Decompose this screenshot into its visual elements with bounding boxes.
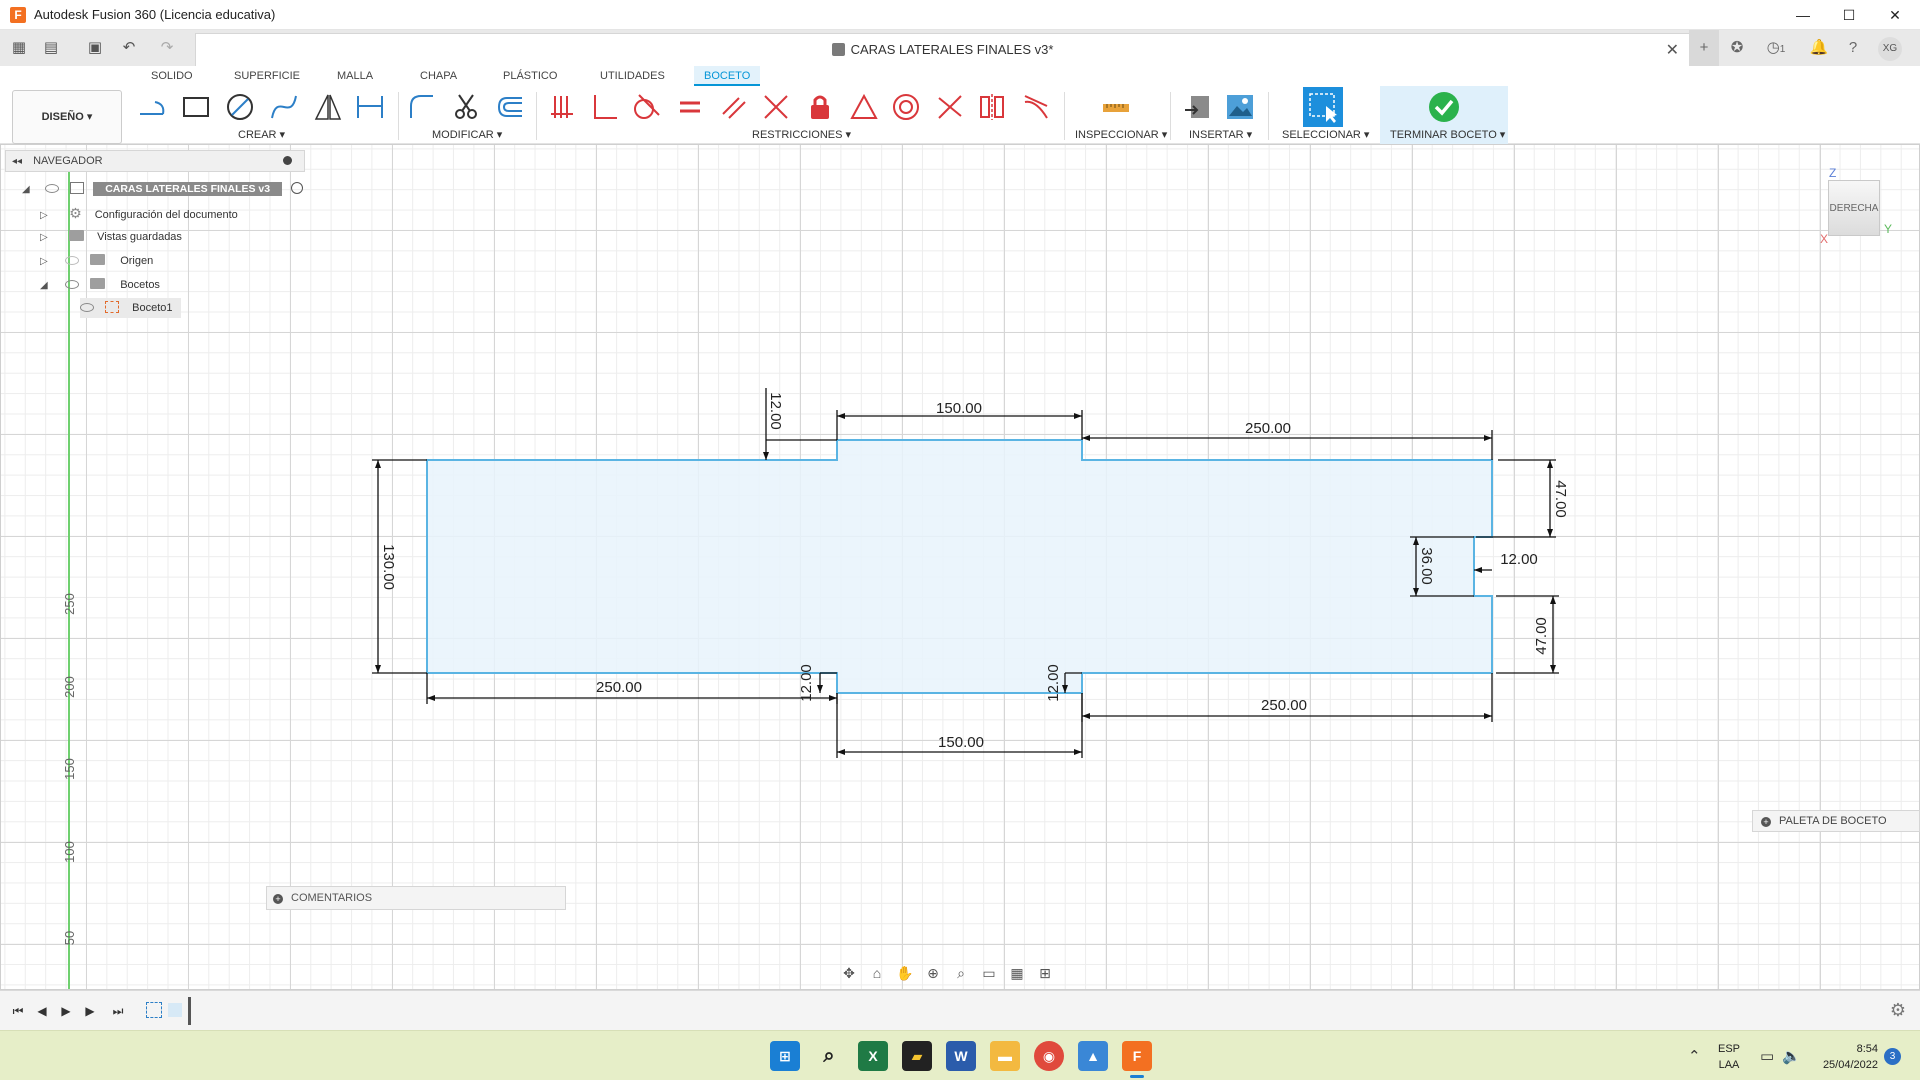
navigator-item-origin[interactable]: ▷ Origen: [40, 251, 153, 271]
search-icon[interactable]: ⌕: [814, 1041, 844, 1071]
dim-bottom-center[interactable]: 150.00: [938, 734, 984, 751]
windows-taskbar: ⊞ ⌕ X ▰ W ▬ ◉ ▲ F ⌃ ESP LAA ▭ 🔈 8:54 25/04…: [0, 1030, 1920, 1080]
fit-zoom-icon[interactable]: ⌕: [950, 962, 972, 984]
dim-notch-height[interactable]: 36.00: [1418, 547, 1435, 585]
dim-bottom-left[interactable]: 250.00: [596, 679, 642, 696]
dim-bottom-right-step[interactable]: 12.00: [1045, 664, 1062, 702]
dim-right-bottom[interactable]: 47.00: [1533, 617, 1550, 655]
navigator-item-document-settings[interactable]: ▷ ⚙ Configuración del documento: [40, 203, 238, 223]
chrome-icon[interactable]: ◉: [1034, 1041, 1064, 1071]
timeline-feature-icon[interactable]: [168, 1003, 182, 1017]
dim-top-right[interactable]: 250.00: [1245, 420, 1291, 437]
comments-panel[interactable]: + COMENTARIOS: [266, 886, 566, 910]
navigator-item-saved-views[interactable]: ▷ Vistas guardadas: [40, 227, 182, 247]
dim-right-top[interactable]: 47.00: [1552, 480, 1569, 518]
navigator-item-sketches[interactable]: ◢ Bocetos: [40, 275, 160, 295]
collapse-navigator-icon[interactable]: ◂◂: [12, 156, 22, 167]
sticky-notes-icon[interactable]: ▰: [902, 1041, 932, 1071]
network-icon[interactable]: ▭: [1760, 1047, 1774, 1065]
expand-icon: +: [273, 894, 283, 904]
grid-snaps-icon[interactable]: ▦: [1006, 962, 1028, 984]
visibility-eye-icon[interactable]: [80, 303, 94, 312]
viewcube-y-axis: Y: [1884, 222, 1893, 236]
language-indicator[interactable]: ESP LAA: [1712, 1043, 1746, 1071]
viewcube-z-axis: Z: [1829, 166, 1837, 180]
root-component-label: CARAS LATERALES FINALES v3: [93, 182, 283, 196]
navigator-options-icon[interactable]: [283, 156, 292, 165]
fusion-taskbar-icon[interactable]: F: [1122, 1041, 1152, 1071]
sketch-palette-toggle[interactable]: + PALETA DE BOCETO: [1752, 810, 1920, 832]
ruler-label: 100: [62, 841, 77, 863]
dim-bottom-left-step[interactable]: 12.00: [798, 664, 815, 702]
expanded-triangle-icon[interactable]: ◢: [22, 180, 34, 200]
volume-icon[interactable]: 🔈: [1782, 1047, 1801, 1065]
timeline-marker[interactable]: [188, 997, 191, 1025]
ruler-label: 50: [62, 931, 77, 945]
timeline: ⏮ ◀ ▶ ▶ ⏭ ⚙: [0, 990, 1920, 1030]
excel-icon[interactable]: X: [858, 1041, 888, 1071]
collapsed-triangle-icon[interactable]: ▷: [40, 252, 52, 272]
collapsed-triangle-icon[interactable]: ▷: [40, 228, 52, 248]
dim-top-center[interactable]: 150.00: [936, 400, 982, 417]
active-app-indicator: [1130, 1075, 1144, 1078]
navigator-root[interactable]: ◢ CARAS LATERALES FINALES v3: [22, 179, 304, 200]
ruler-label: 150: [62, 758, 77, 780]
viewcube-x-axis: X: [1820, 232, 1829, 246]
step-back-icon[interactable]: ◀: [32, 1002, 52, 1020]
notification-count-badge[interactable]: 3: [1884, 1048, 1901, 1065]
navigator-item-sketch1[interactable]: Boceto1: [80, 298, 181, 318]
ruler-label: 200: [62, 676, 77, 698]
visibility-eye-icon[interactable]: [65, 280, 80, 289]
navigation-toolbar: ✥ ⌂ ✋ ⊕ ⌕ ▭ ▦ ⊞: [838, 960, 1056, 986]
display-settings-icon[interactable]: ▭: [978, 962, 1000, 984]
hidden-eye-icon[interactable]: [65, 256, 80, 265]
zoom-icon[interactable]: ⊕: [922, 962, 944, 984]
dim-left-height[interactable]: 130.00: [380, 544, 397, 590]
step-forward-icon[interactable]: ▶: [80, 1002, 100, 1020]
expanded-triangle-icon[interactable]: ◢: [40, 276, 52, 296]
visibility-eye-icon[interactable]: [45, 184, 60, 193]
orbit-icon[interactable]: ✥: [838, 962, 860, 984]
ruler-label: 250: [62, 593, 77, 615]
look-at-icon[interactable]: ⌂: [866, 962, 888, 984]
collapsed-triangle-icon[interactable]: ▷: [40, 206, 52, 226]
folder-icon: [90, 254, 106, 265]
go-to-start-icon[interactable]: ⏮: [8, 1002, 28, 1020]
go-to-end-icon[interactable]: ⏭: [108, 1002, 128, 1020]
folder-icon: [90, 278, 106, 289]
photos-icon[interactable]: ▲: [1078, 1041, 1108, 1071]
expand-icon: +: [1761, 817, 1771, 827]
sketch-profile[interactable]: [426, 439, 1493, 694]
timeline-settings-gear-icon[interactable]: ⚙: [1890, 1000, 1906, 1021]
pan-hand-icon[interactable]: ✋: [894, 962, 916, 984]
gear-icon: ⚙: [69, 205, 82, 221]
show-hidden-icons-chevron-icon[interactable]: ⌃: [1688, 1047, 1701, 1065]
clock[interactable]: 8:54 25/04/2022: [1808, 1043, 1878, 1071]
viewports-icon[interactable]: ⊞: [1034, 962, 1056, 984]
file-explorer-icon[interactable]: ▬: [990, 1041, 1020, 1071]
sketch-icon: [105, 301, 120, 313]
navigator-header[interactable]: ◂◂ NAVEGADOR: [5, 150, 305, 172]
timeline-sketch-feature-icon[interactable]: [146, 1002, 162, 1018]
folder-icon: [69, 230, 85, 241]
play-icon[interactable]: ▶: [56, 1002, 76, 1020]
component-box-icon: [70, 182, 85, 194]
activate-radio-icon[interactable]: [291, 182, 304, 194]
start-windows-icon[interactable]: ⊞: [770, 1041, 800, 1071]
navigator-title: NAVEGADOR: [33, 155, 103, 167]
dim-bottom-right[interactable]: 250.00: [1261, 697, 1307, 714]
viewcube[interactable]: DERECHA: [1828, 180, 1880, 236]
word-icon[interactable]: W: [946, 1041, 976, 1071]
dim-notch-depth[interactable]: 12.00: [1500, 551, 1538, 568]
dim-top-left-step[interactable]: 12.00: [767, 392, 784, 430]
